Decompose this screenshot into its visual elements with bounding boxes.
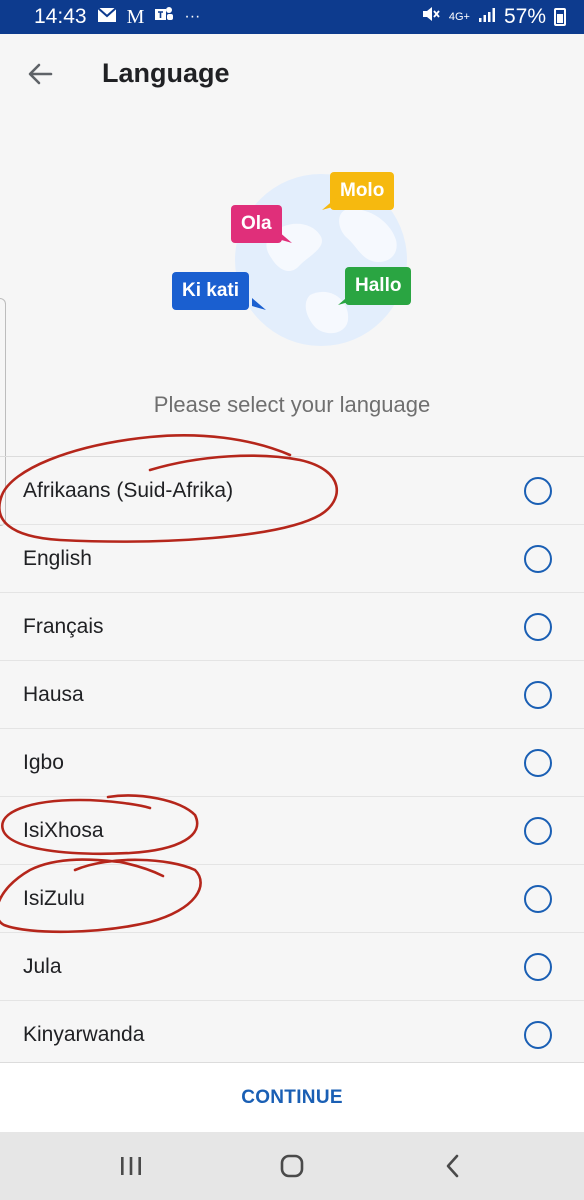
email-icon <box>96 5 117 29</box>
language-label: Français <box>23 614 104 638</box>
radio-button[interactable] <box>524 748 552 777</box>
radio-button[interactable] <box>524 952 552 981</box>
bubble-ki-kati: Ki kati <box>172 272 250 310</box>
home-button[interactable] <box>262 1136 322 1196</box>
language-item-igbo[interactable]: Igbo <box>0 729 584 797</box>
bubble-tail <box>252 298 266 310</box>
back-chevron-icon <box>447 1154 459 1178</box>
select-language-prompt: Please select your language <box>153 392 431 417</box>
language-illustration: Molo Ola Ki kati Hallo <box>160 165 430 360</box>
radio-button[interactable] <box>524 544 552 573</box>
bubble-tail <box>338 293 352 305</box>
language-label: Hausa <box>23 682 84 706</box>
language-item-hausa[interactable]: Hausa <box>0 661 584 729</box>
bubble-hallo: Hallo <box>345 267 412 305</box>
radio-button[interactable] <box>524 816 552 845</box>
language-label: English <box>23 546 92 570</box>
language-item-english[interactable]: English <box>0 525 584 593</box>
language-label: Afrikaans (Suid-Afrika) <box>23 478 234 502</box>
mute-icon <box>421 5 441 29</box>
recents-button[interactable] <box>101 1136 161 1196</box>
battery-percent: 57% <box>503 5 546 28</box>
page-title: Language <box>102 58 230 88</box>
bubble-tail <box>278 231 292 243</box>
language-label: Igbo <box>23 750 64 774</box>
language-item-francais[interactable]: Français <box>0 593 584 661</box>
status-bar: 14:43 M ··· 4G+ 57% <box>0 0 584 34</box>
network-type: 4G+ <box>448 10 470 23</box>
radio-button[interactable] <box>524 884 552 913</box>
language-label: IsiXhosa <box>23 818 104 842</box>
back-button[interactable] <box>22 56 58 92</box>
home-icon <box>280 1154 304 1178</box>
language-item-isixhosa[interactable]: IsiXhosa <box>0 797 584 865</box>
radio-button[interactable] <box>524 680 552 709</box>
app-header: Language <box>0 34 584 118</box>
language-item-afrikaans[interactable]: Afrikaans (Suid-Afrika) <box>0 457 584 525</box>
language-list: Afrikaans (Suid-Afrika) English Français… <box>0 456 584 1069</box>
radio-button[interactable] <box>524 612 552 641</box>
language-item-isizulu[interactable]: IsiZulu <box>0 865 584 933</box>
footer: CONTINUE <box>0 1062 584 1132</box>
bubble-tail <box>322 198 336 210</box>
system-nav-bar <box>0 1132 584 1200</box>
language-label: Jula <box>23 954 62 978</box>
arrow-left-icon <box>28 63 53 85</box>
battery-icon <box>554 8 566 26</box>
bubble-ola: Ola <box>231 205 282 243</box>
language-item-kinyarwanda[interactable]: Kinyarwanda <box>0 1001 584 1069</box>
continue-button[interactable]: CONTINUE <box>241 1087 343 1109</box>
language-item-jula[interactable]: Jula <box>0 933 584 1001</box>
signal-icon <box>478 5 496 29</box>
teams-icon <box>154 5 174 29</box>
system-back-button[interactable] <box>423 1136 483 1196</box>
recents-icon <box>120 1157 141 1175</box>
radio-button[interactable] <box>524 1021 552 1049</box>
language-label: Kinyarwanda <box>23 1023 145 1046</box>
radio-button[interactable] <box>524 476 552 505</box>
gmail-icon: M <box>126 5 145 28</box>
status-time: 14:43 <box>34 5 87 28</box>
more-notifications-icon: ··· <box>184 8 201 25</box>
language-label: IsiZulu <box>23 886 85 910</box>
bubble-molo: Molo <box>330 172 395 210</box>
language-screen: 14:43 M ··· 4G+ 57% Language Molo Ola Ki… <box>0 0 584 1200</box>
